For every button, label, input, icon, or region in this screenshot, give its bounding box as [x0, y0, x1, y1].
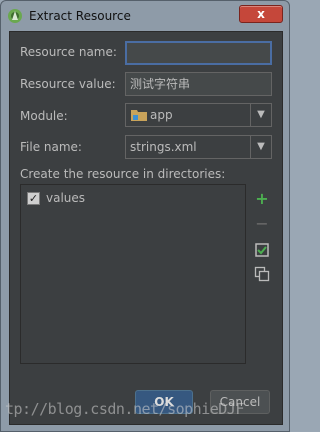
module-label: Module: — [20, 109, 68, 123]
list-item-label: values — [46, 191, 86, 205]
resource-name-input[interactable] — [125, 41, 272, 65]
directories-label: Create the resource in directories: — [20, 167, 226, 181]
file-name-value: strings.xml — [130, 140, 197, 154]
add-directory-button[interactable]: + — [254, 191, 270, 207]
title-bar[interactable]: Extract Resource x — [1, 1, 289, 31]
directories-list[interactable]: ✓ values — [20, 184, 246, 364]
folder-module-icon — [131, 110, 147, 121]
watermark: tp://blog.csdn.net/sophieDJF — [5, 400, 244, 418]
chevron-down-icon[interactable]: ▼ — [250, 104, 271, 126]
resource-value-input[interactable]: 测试字符串 — [125, 72, 272, 96]
values-checkbox[interactable]: ✓ — [27, 192, 40, 205]
dialog-content: Resource name: Resource value: 测试字符串 Mod… — [9, 31, 283, 425]
copy-icon[interactable] — [254, 266, 270, 282]
android-studio-icon — [8, 9, 22, 23]
close-button[interactable]: x — [239, 5, 283, 23]
extract-resource-dialog: Extract Resource x Resource name: Resour… — [0, 0, 290, 432]
chevron-down-icon[interactable]: ▼ — [250, 136, 271, 158]
file-name-label: File name: — [20, 140, 82, 154]
file-name-select[interactable]: strings.xml ▼ — [125, 135, 272, 159]
check-all-icon[interactable] — [254, 242, 270, 258]
resource-value-label: Resource value: — [20, 77, 116, 91]
window-title: Extract Resource — [29, 9, 131, 23]
module-value: app — [150, 108, 173, 122]
resource-name-label: Resource name: — [20, 45, 117, 59]
module-select[interactable]: app ▼ — [125, 103, 272, 127]
remove-directory-button[interactable]: − — [254, 216, 270, 232]
